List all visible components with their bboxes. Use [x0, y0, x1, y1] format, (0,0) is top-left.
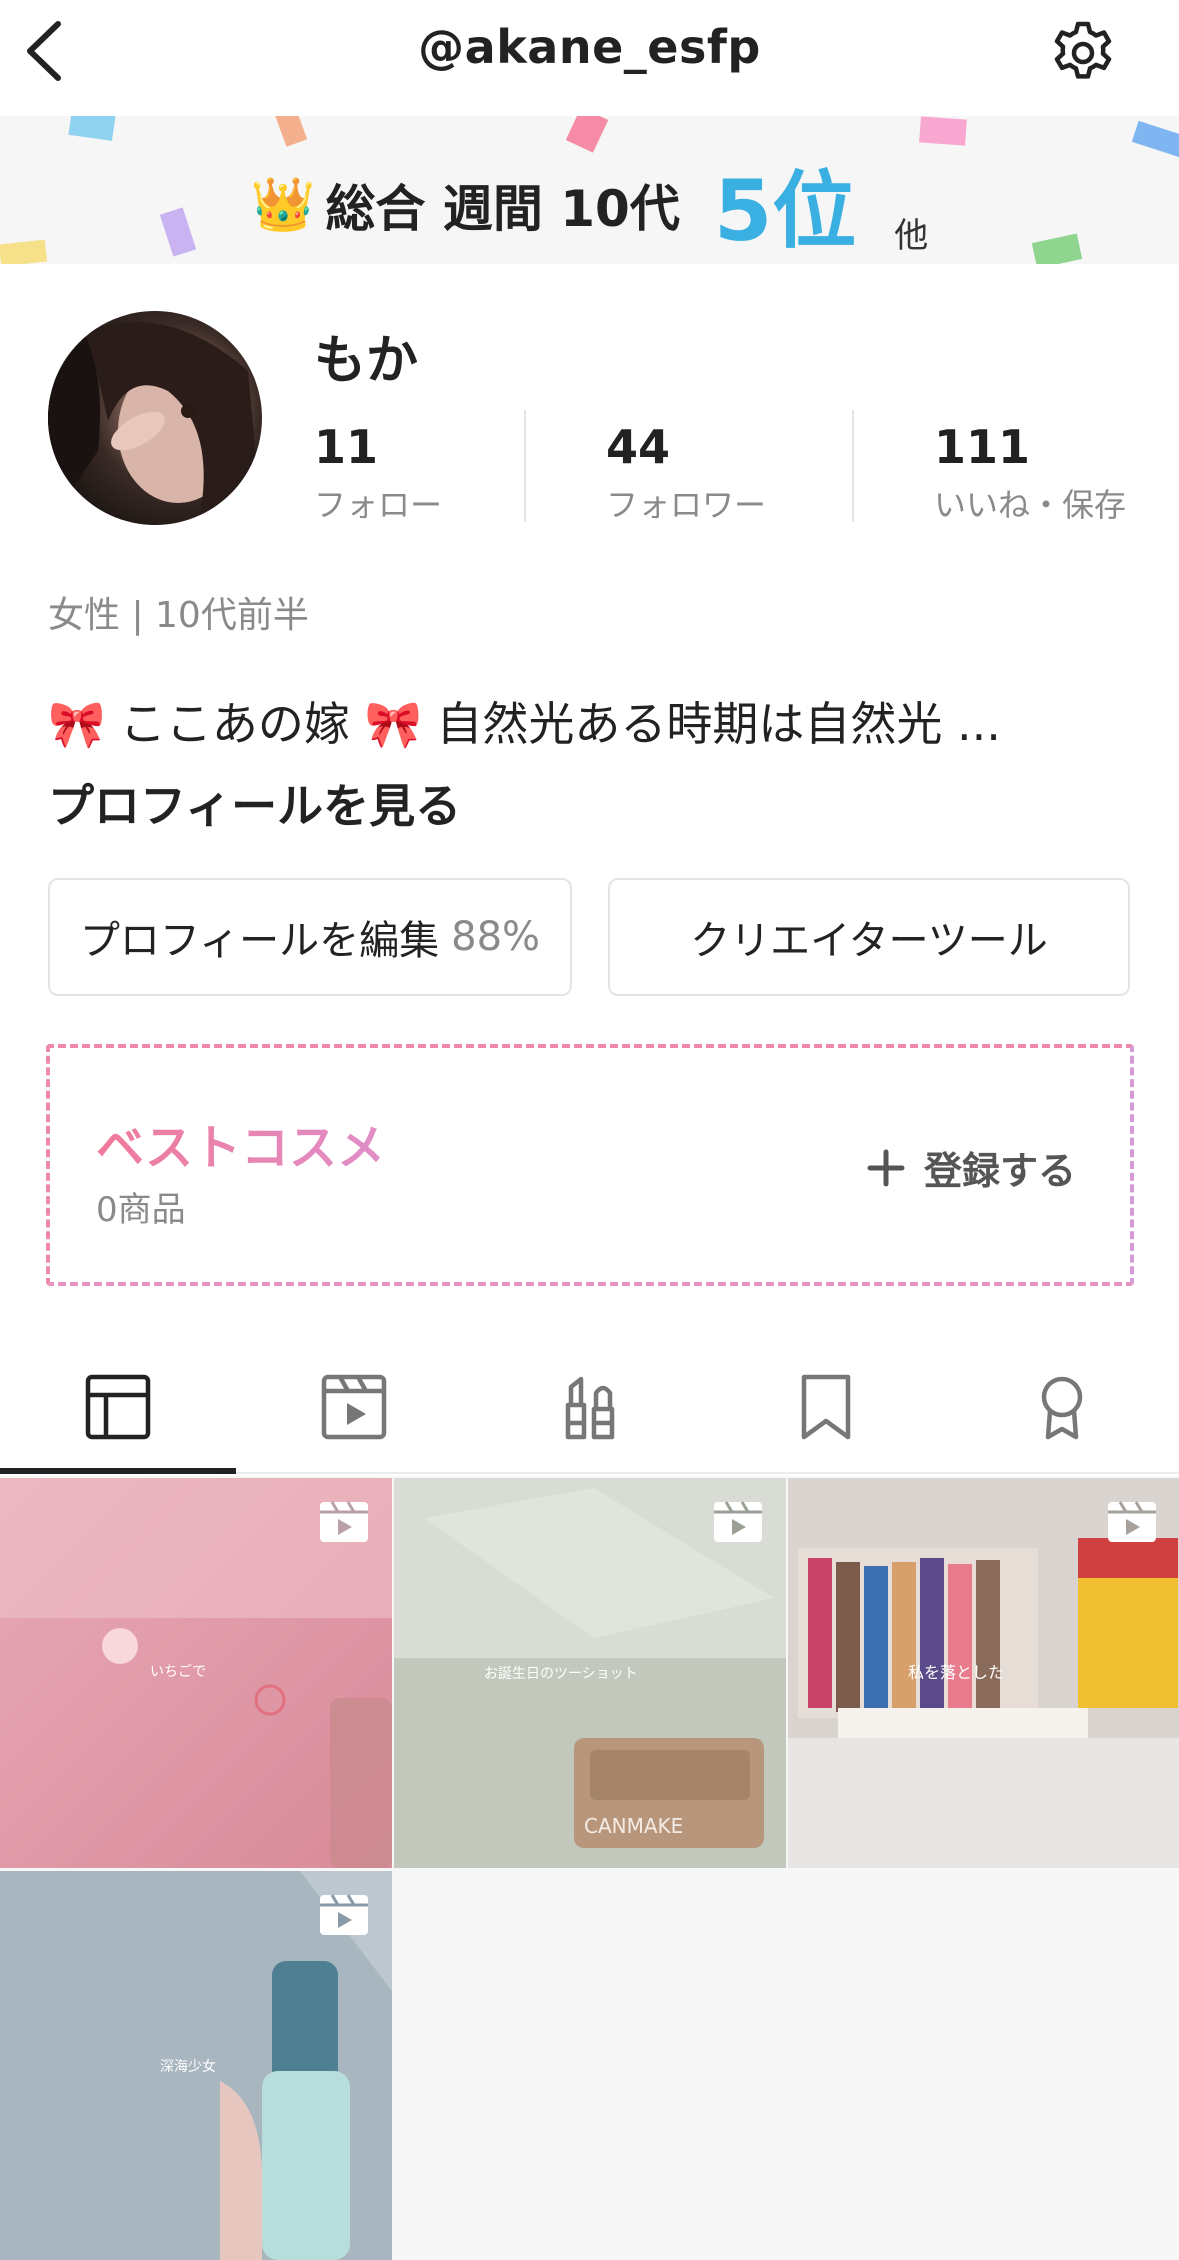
- best-cosme-title: ベストコスメ: [96, 1108, 385, 1178]
- profile-meta: 女性 | 10代前半: [48, 595, 309, 636]
- post-caption: お誕生日のツーショット: [484, 1666, 638, 1682]
- tab-awards[interactable]: [944, 1340, 1179, 1474]
- post-caption: 深海少女: [160, 2058, 216, 2075]
- tab-cosmetics[interactable]: [472, 1340, 707, 1474]
- confetti-decoration: [274, 116, 308, 147]
- post-thumbnail[interactable]: いちごで: [0, 1478, 392, 1868]
- video-icon: [321, 1374, 386, 1440]
- profile-bio: 🎀 ここあの嫁 🎀 自然光ある時期は自然光 ...: [48, 697, 1001, 751]
- post-caption: 私を落とした: [908, 1663, 1004, 1682]
- post-thumbnail[interactable]: CANMAKE お誕生日のツーショット: [394, 1478, 786, 1868]
- likes-stat[interactable]: 111 いいね・保存: [934, 420, 1126, 526]
- video-badge-icon: [714, 1501, 762, 1542]
- tab-saved[interactable]: [708, 1340, 943, 1474]
- active-tab-indicator: [0, 1468, 236, 1474]
- video-badge-icon: [320, 1501, 368, 1542]
- register-button[interactable]: 登録する: [866, 1140, 1076, 1195]
- award-icon: [1041, 1376, 1082, 1440]
- plus-icon: [867, 1149, 905, 1186]
- best-cosme-count: 0商品: [96, 1190, 186, 1230]
- crown-icon: 👑: [250, 175, 316, 235]
- display-name: もか: [314, 331, 419, 391]
- following-stat[interactable]: 11 フォロー: [314, 420, 442, 526]
- register-label: 登録する: [924, 1149, 1077, 1193]
- following-label: フォロー: [314, 486, 443, 524]
- ranking-row: 👑 総合 週間 10代 5位他: [0, 144, 1179, 264]
- followers-label: フォロワー: [606, 486, 767, 524]
- tab-videos[interactable]: [236, 1340, 471, 1474]
- creator-tool-label: クリエイターツール: [690, 918, 1048, 964]
- likes-count: 111: [934, 420, 1031, 474]
- bookmark-icon: [801, 1374, 850, 1440]
- creator-tool-button[interactable]: クリエイターツール: [608, 878, 1130, 996]
- post-thumbnail[interactable]: 深海少女: [0, 1871, 392, 2260]
- avatar[interactable]: [48, 311, 262, 525]
- gear-icon[interactable]: [1050, 20, 1116, 86]
- followers-count: 44: [606, 420, 671, 474]
- tab-posts[interactable]: [0, 1340, 235, 1474]
- profile-username: @akane_esfp: [418, 20, 761, 74]
- post-caption: いちごで: [150, 1664, 206, 1680]
- confetti-decoration: [919, 116, 967, 146]
- video-badge-icon: [320, 1894, 368, 1935]
- grid-icon: [85, 1374, 150, 1440]
- video-badge-icon: [1108, 1501, 1156, 1542]
- see-profile-link[interactable]: プロフィールを見る: [48, 770, 461, 836]
- ranking-more: 他: [894, 216, 929, 256]
- followers-stat[interactable]: 44 フォロワー: [606, 420, 766, 526]
- ranking-banner[interactable]: 👑 総合 週間 10代 5位他: [0, 116, 1179, 264]
- stat-divider: [524, 410, 526, 522]
- ranking-position: 5位: [713, 162, 857, 260]
- profile-completion: 88%: [451, 914, 541, 960]
- post-thumbnail[interactable]: 私を落とした: [788, 1478, 1179, 1868]
- cosmetics-icon: [565, 1376, 614, 1440]
- avatar-photo: [48, 311, 262, 525]
- likes-label: いいね・保存: [934, 486, 1127, 524]
- edit-profile-label: プロフィールを編集: [79, 918, 440, 964]
- confetti-decoration: [68, 116, 116, 141]
- following-count: 11: [314, 420, 379, 474]
- ranking-label: 総合 週間 10代: [325, 179, 680, 238]
- edit-profile-button[interactable]: プロフィールを編集 88%: [48, 878, 572, 996]
- svg-text:CANMAKE: CANMAKE: [584, 1814, 683, 1838]
- stat-divider: [852, 410, 854, 522]
